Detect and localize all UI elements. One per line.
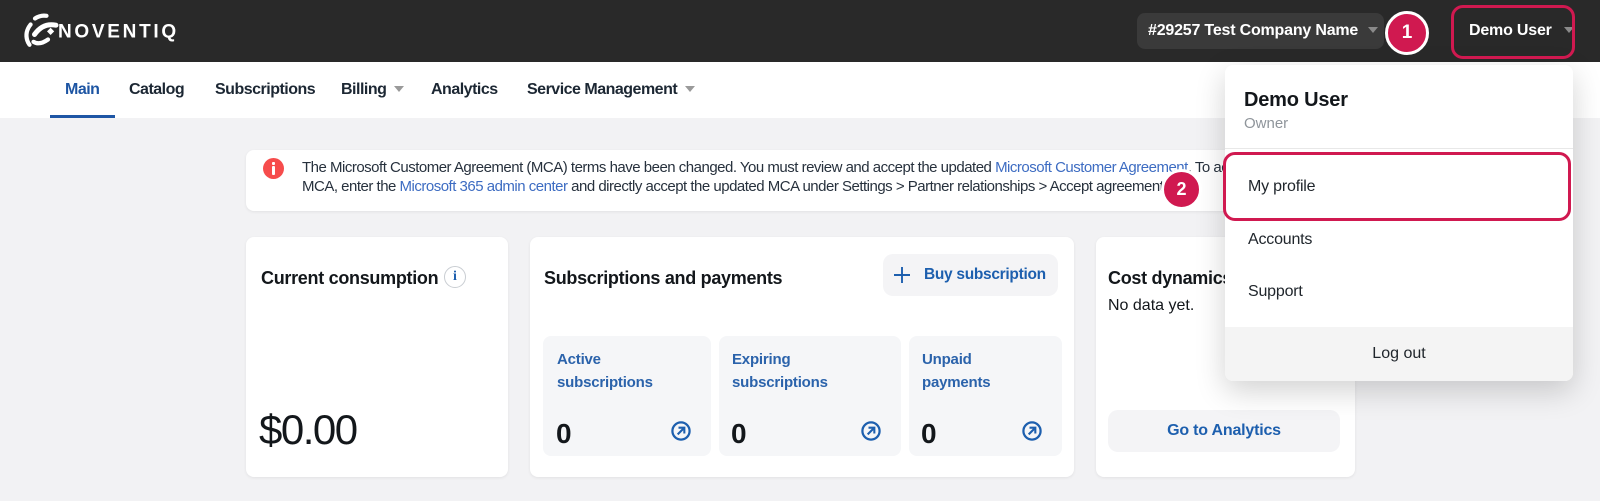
svg-text:NOVENTIQ: NOVENTIQ xyxy=(58,22,179,43)
